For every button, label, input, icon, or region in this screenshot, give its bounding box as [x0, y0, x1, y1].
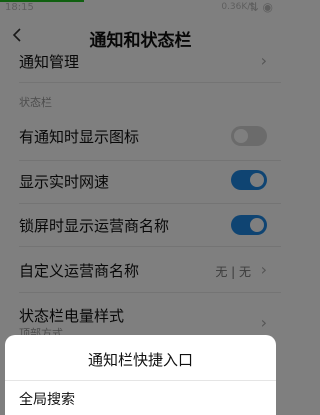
sheet-option-global-search[interactable]: 全局搜索 — [19, 389, 75, 409]
bottom-sheet: 通知栏快捷入口 全局搜索 — [5, 335, 276, 415]
divider — [5, 380, 276, 381]
sheet-title: 通知栏快捷入口 — [87, 351, 193, 369]
